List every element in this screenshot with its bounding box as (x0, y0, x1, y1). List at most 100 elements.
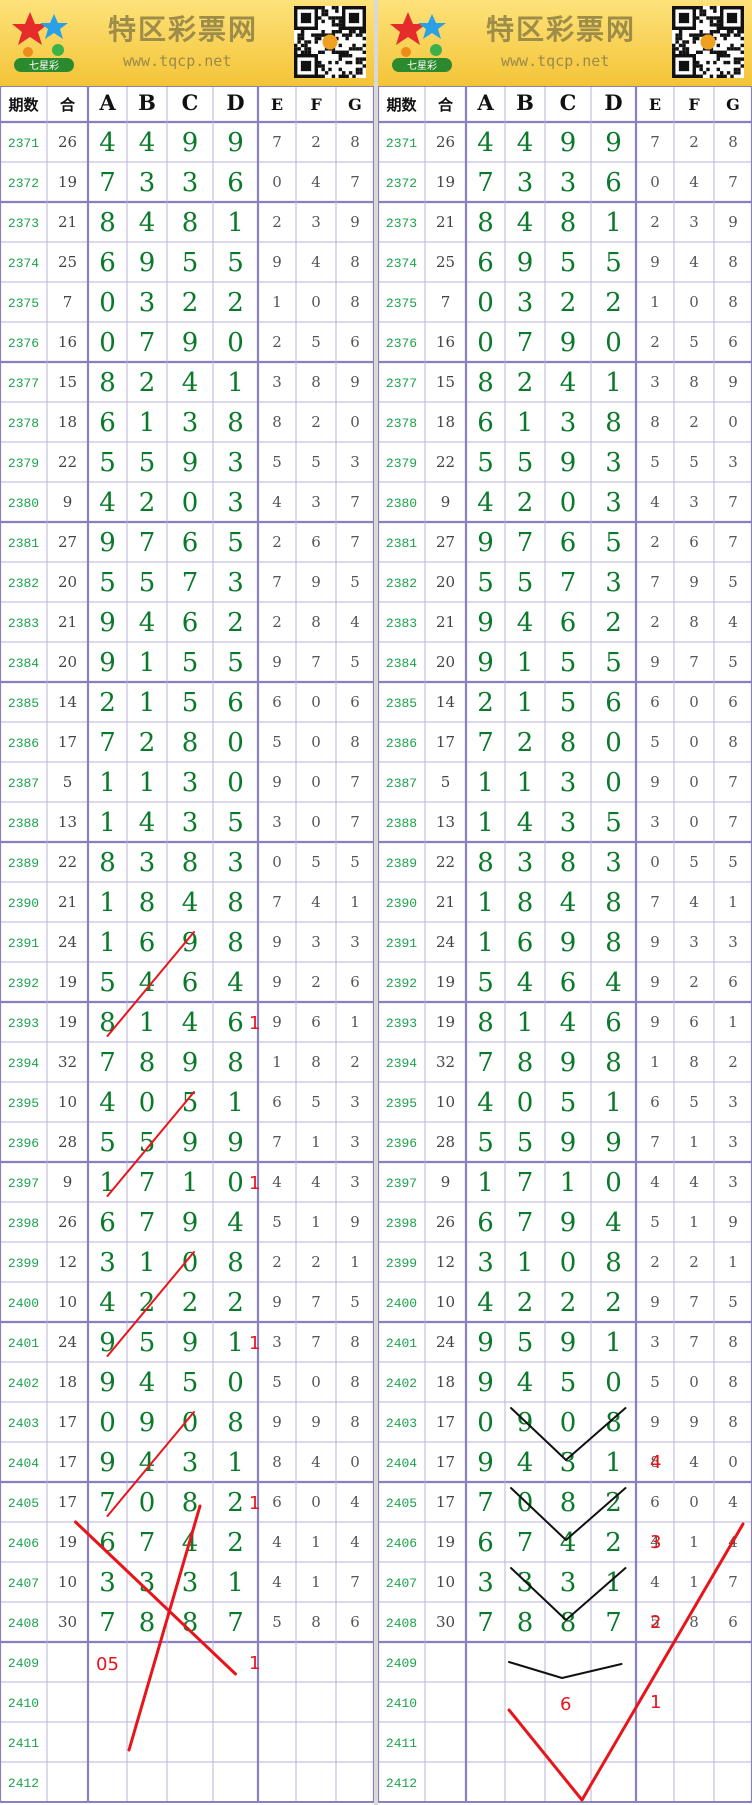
main-digit: 8 (605, 408, 622, 438)
sum-value: 12 (58, 1253, 77, 1271)
extra-digit: 6 (350, 333, 360, 351)
main-digit: 4 (517, 208, 534, 238)
qr-module (716, 30, 720, 34)
qr-module (331, 30, 336, 34)
extra-digit: 3 (650, 1333, 660, 1351)
main-digit: 8 (99, 368, 116, 398)
extra-digit: 4 (311, 253, 321, 271)
qr-module (696, 16, 700, 20)
main-digit: 5 (605, 648, 622, 678)
main-digit: 8 (477, 1008, 494, 1038)
main-digit: 3 (182, 168, 199, 198)
main-digit: 0 (605, 328, 622, 358)
sum-value: 28 (436, 1133, 455, 1151)
extra-digit: 7 (350, 533, 360, 551)
main-digit: 4 (227, 1208, 244, 1238)
qr-module (355, 47, 360, 51)
extra-digit: 8 (350, 293, 360, 311)
sum-value: 21 (436, 893, 455, 911)
qr-module (355, 71, 360, 75)
qr-module (716, 50, 720, 54)
extra-digit: 1 (728, 1253, 738, 1271)
main-digit: 1 (139, 408, 156, 438)
sum-value: 26 (58, 133, 77, 151)
qr-module (737, 33, 741, 37)
main-digit: 4 (139, 808, 156, 838)
qr-module (338, 23, 342, 27)
extra-digit: 6 (728, 333, 738, 351)
period-number: 2382 (8, 576, 39, 591)
extra-digit: 0 (311, 293, 321, 311)
main-digit: 6 (227, 168, 244, 198)
main-digit: 8 (139, 1048, 156, 1078)
qr-module (740, 64, 744, 68)
main-digit: 9 (560, 1048, 577, 1078)
main-digit: 9 (99, 648, 116, 678)
period-number: 2389 (8, 856, 39, 871)
qr-code-icon (294, 6, 366, 78)
extra-digit: 6 (728, 1613, 738, 1631)
main-digit: 7 (139, 1528, 156, 1558)
extra-digit: 0 (311, 773, 321, 791)
qr-module (321, 9, 325, 13)
column-header: D (226, 90, 244, 115)
qr-module (696, 50, 700, 54)
sum-value: 19 (436, 173, 455, 191)
extra-digit: 1 (272, 1053, 282, 1071)
main-digit: 7 (182, 568, 199, 598)
main-digit: 0 (227, 328, 244, 358)
main-digit: 7 (477, 168, 494, 198)
qr-module (723, 74, 727, 78)
extra-digit: 2 (689, 973, 699, 991)
main-digit: 3 (477, 1568, 494, 1598)
extra-digit: 3 (272, 373, 282, 391)
qr-module (730, 47, 734, 51)
main-digit: 0 (560, 1408, 577, 1438)
column-header: 期数 (386, 96, 417, 114)
qr-module (331, 19, 336, 24)
main-digit: 1 (517, 688, 534, 718)
main-digit: 3 (517, 288, 534, 318)
period-number: 2408 (8, 1616, 39, 1631)
qr-module (723, 36, 727, 41)
extra-digit: 0 (311, 1373, 321, 1391)
main-digit: 8 (182, 1608, 199, 1638)
main-digit: 7 (227, 1608, 244, 1638)
column-header: D (604, 90, 622, 115)
main-digit: 9 (477, 528, 494, 558)
qr-module (331, 50, 336, 54)
extra-digit: 7 (728, 1573, 738, 1591)
qr-module (321, 19, 325, 24)
column-header: C (182, 90, 199, 115)
sum-value: 16 (58, 333, 77, 351)
period-number: 2388 (8, 816, 39, 831)
step-label: 4 (650, 1452, 661, 1473)
main-digit: 4 (560, 368, 577, 398)
qr-module (682, 43, 686, 48)
extra-digit: 7 (689, 653, 699, 671)
extra-digit: 1 (311, 1133, 321, 1151)
extra-digit: 6 (350, 693, 360, 711)
main-digit: 0 (227, 728, 244, 758)
extra-digit: 2 (689, 133, 699, 151)
extra-digit: 7 (311, 1293, 321, 1311)
qr-module (733, 67, 738, 72)
qr-module (314, 36, 318, 41)
sum-value: 21 (58, 213, 77, 231)
main-digit: 4 (139, 1368, 156, 1398)
extra-digit: 8 (728, 293, 738, 311)
qr-module (348, 33, 353, 37)
main-digit: 6 (517, 928, 534, 958)
main-digit: 9 (560, 328, 577, 358)
extra-digit: 3 (311, 933, 321, 951)
extra-digit: 2 (650, 1253, 660, 1271)
sum-value: 17 (436, 1453, 455, 1471)
main-digit: 8 (477, 848, 494, 878)
main-digit: 1 (605, 368, 622, 398)
extra-digit: 3 (311, 493, 321, 511)
qr-module (345, 36, 349, 41)
qr-finder (348, 12, 360, 24)
main-digit: 5 (517, 1128, 534, 1158)
qr-module (716, 74, 720, 78)
main-digit: 8 (227, 408, 244, 438)
